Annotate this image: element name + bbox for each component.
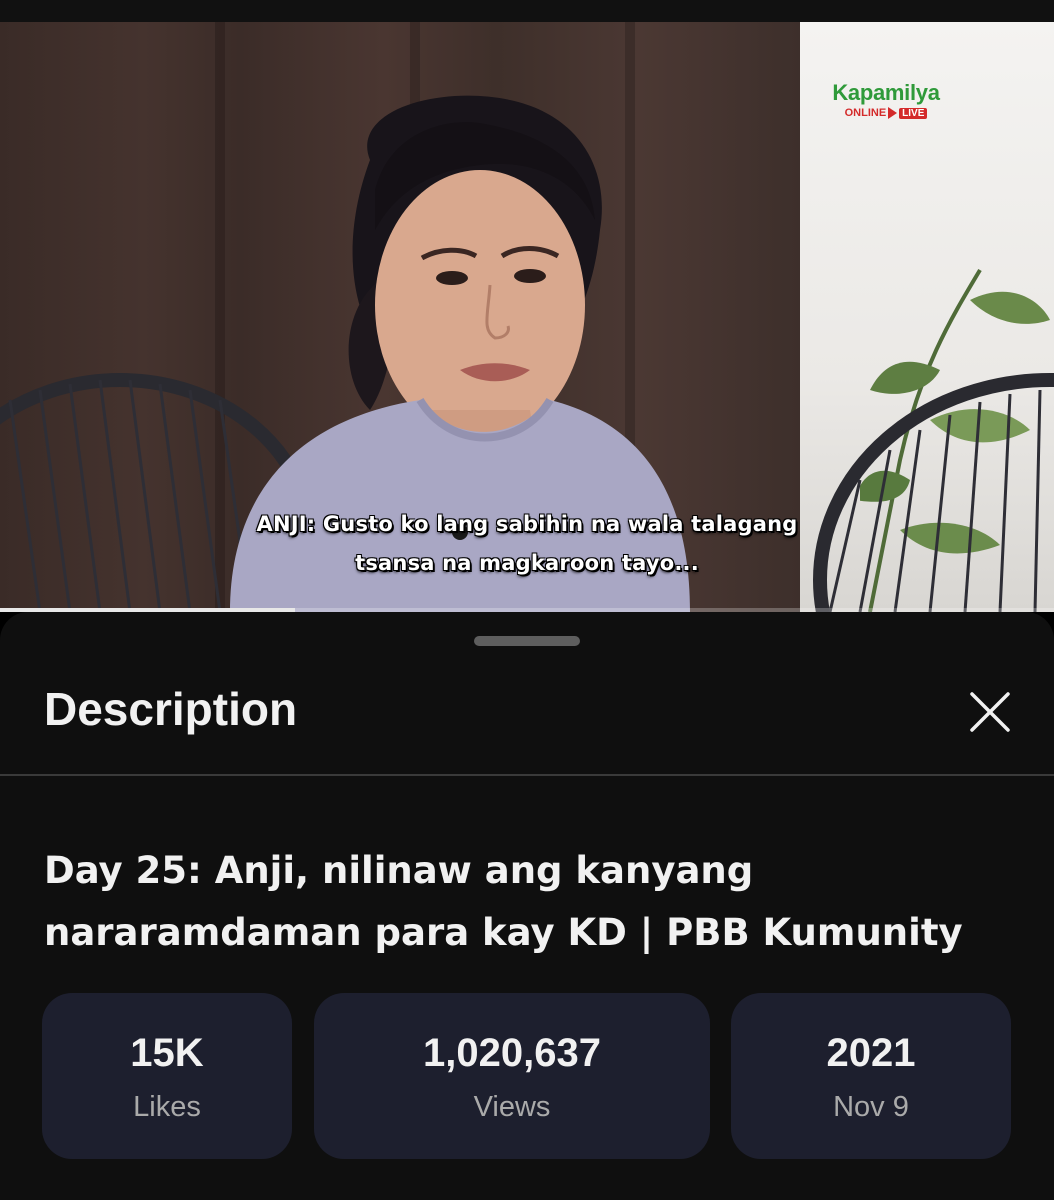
subtitle-line-2: tsansa na magkaroon tayo...: [355, 551, 699, 575]
close-icon: [970, 692, 1010, 732]
upload-date-card: 2021 Nov 9: [731, 993, 1011, 1159]
views-label: Views: [473, 1091, 551, 1123]
video-title-line-1: Day 25: Anji, nilinaw ang kanyang: [44, 849, 754, 892]
channel-logo: Kapamilya ONLINE LIVE: [816, 80, 956, 119]
likes-label: Likes: [133, 1091, 201, 1123]
app-screen: Kapamilya ONLINE LIVE ANJI: Gusto ko lan…: [0, 0, 1054, 1200]
status-strip: [0, 0, 1054, 22]
views-count: 1,020,637: [423, 1031, 601, 1075]
upload-date: Nov 9: [833, 1091, 909, 1123]
logo-wordmark: Kapamilya: [832, 80, 940, 105]
likes-count: 15K: [130, 1031, 204, 1075]
play-icon: [888, 107, 898, 119]
live-badge: LIVE: [899, 107, 928, 119]
logo-subline: ONLINE LIVE: [816, 107, 956, 119]
likes-stat-card: 15K Likes: [42, 993, 292, 1159]
video-title-line-2: nararamdaman para kay KD | PBB Kumunity: [44, 911, 963, 954]
close-button[interactable]: [960, 684, 1020, 740]
logo-online-text: ONLINE: [844, 107, 887, 119]
video-player[interactable]: Kapamilya ONLINE LIVE ANJI: Gusto ko lan…: [0, 0, 1054, 612]
sheet-title: Description: [44, 683, 298, 735]
sheet-divider: [0, 774, 1054, 776]
sheet-drag-handle[interactable]: [474, 636, 580, 646]
views-stat-card: 1,020,637 Views: [314, 993, 710, 1159]
description-sheet: Description Day 25: Anji, nilinaw ang ka…: [0, 612, 1054, 1200]
subtitle-line-1: ANJI: Gusto ko lang sabihin na wala tala…: [256, 512, 798, 536]
upload-year: 2021: [826, 1031, 916, 1075]
video-title: Day 25: Anji, nilinaw ang kanyang narara…: [44, 840, 1024, 964]
